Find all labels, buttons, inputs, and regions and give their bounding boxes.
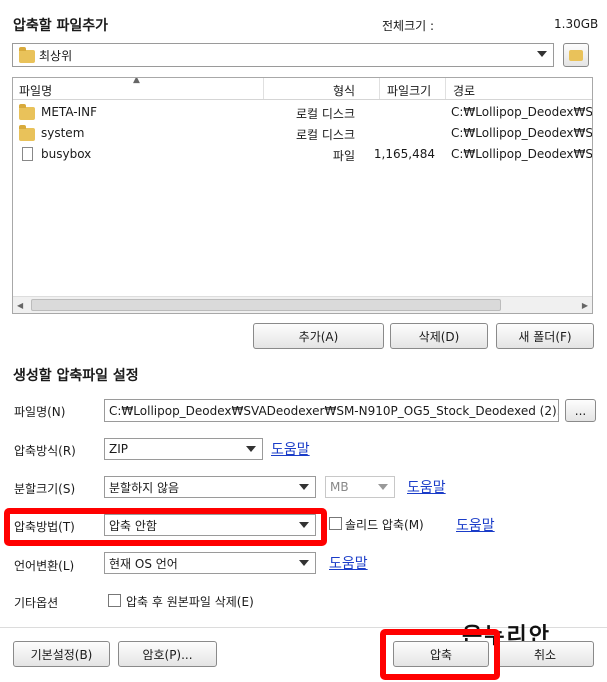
new-folder-button[interactable]: 새 폴더(F) xyxy=(496,323,594,349)
location-dropdown[interactable]: 최상위 xyxy=(12,43,554,67)
scroll-right-icon[interactable]: ▶ xyxy=(582,301,588,310)
sort-asc-icon: ▲ xyxy=(133,77,140,85)
etc-label: 기타옵션 xyxy=(14,596,59,610)
folder-icon xyxy=(19,125,35,141)
delete-original-label: 압축 후 원본파일 삭제(E) xyxy=(126,595,254,609)
horizontal-scrollbar[interactable]: ◀ ▶ xyxy=(13,296,592,313)
chevron-down-icon xyxy=(299,560,309,566)
chevron-down-icon xyxy=(537,51,547,57)
column-type[interactable]: 형식 xyxy=(333,82,355,99)
add-button[interactable]: 추가(A) xyxy=(253,323,384,349)
cancel-button[interactable]: 취소 xyxy=(496,641,594,667)
split-label: 분할크기(S) xyxy=(14,482,76,496)
location-value: 최상위 xyxy=(39,48,73,63)
file-icon xyxy=(22,147,33,161)
settings-title: 생성할 압축파일 설정 xyxy=(13,368,139,384)
list-item[interactable]: busybox 파일 1,165,484 C:₩Lollipop_Deodex₩… xyxy=(13,144,592,164)
column-name[interactable]: 파일명 xyxy=(19,82,52,99)
chevron-down-icon xyxy=(299,484,309,490)
chevron-down-icon xyxy=(246,446,256,452)
split-dropdown[interactable]: 분할하지 않음 xyxy=(104,476,316,498)
help-link-level[interactable]: 도움말 xyxy=(456,515,495,535)
scroll-left-icon[interactable]: ◀ xyxy=(17,301,23,310)
help-link-lang[interactable]: 도움말 xyxy=(329,553,368,573)
file-list[interactable]: 파일명 ▲ 형식 파일크기 경로 META-INF 로컬 디스크 C:₩Loll… xyxy=(12,77,593,314)
split-unit-dropdown[interactable]: MB xyxy=(325,476,395,498)
chevron-down-icon xyxy=(378,484,388,490)
help-link-method[interactable]: 도움말 xyxy=(271,439,310,459)
column-path[interactable]: 경로 xyxy=(453,82,475,99)
dialog-title: 압축할 파일추가 xyxy=(13,18,109,34)
delete-original-checkbox[interactable] xyxy=(108,594,121,607)
list-item[interactable]: system 로컬 디스크 C:₩Lollipop_Deodex₩SVA xyxy=(13,123,592,143)
highlight-box xyxy=(380,629,500,680)
browse-button[interactable]: ... xyxy=(565,399,596,422)
list-item[interactable]: META-INF 로컬 디스크 C:₩Lollipop_Deodex₩SVA xyxy=(13,102,592,122)
scroll-thumb[interactable] xyxy=(31,299,501,311)
highlight-box xyxy=(4,508,327,546)
password-button[interactable]: 암호(P)... xyxy=(118,641,217,667)
total-size-label: 전체크기 : xyxy=(382,19,435,33)
column-size[interactable]: 파일크기 xyxy=(387,82,431,99)
solid-compress-checkbox[interactable] xyxy=(329,517,342,530)
lang-label: 언어변환(L) xyxy=(14,559,75,573)
list-header: 파일명 ▲ 형식 파일크기 경로 xyxy=(13,78,592,100)
up-folder-button[interactable] xyxy=(563,43,589,67)
solid-compress-label: 솔리드 압축(M) xyxy=(345,518,424,532)
total-size-value: 1.30GB xyxy=(554,17,599,31)
folder-icon xyxy=(19,47,35,63)
filename-input[interactable]: C:₩Lollipop_Deodex₩SVADeodexer₩SM-N910P_… xyxy=(104,399,559,422)
folder-icon xyxy=(19,104,35,120)
folder-up-icon xyxy=(569,49,583,61)
default-settings-button[interactable]: 기본설정(B) xyxy=(13,641,110,667)
filename-label: 파일명(N) xyxy=(14,405,66,419)
lang-dropdown[interactable]: 현재 OS 언어 xyxy=(104,552,316,574)
method-dropdown[interactable]: ZIP xyxy=(104,438,263,460)
delete-button[interactable]: 삭제(D) xyxy=(390,323,488,349)
help-link-split[interactable]: 도움말 xyxy=(407,477,446,497)
method-label: 압축방식(R) xyxy=(14,444,76,458)
